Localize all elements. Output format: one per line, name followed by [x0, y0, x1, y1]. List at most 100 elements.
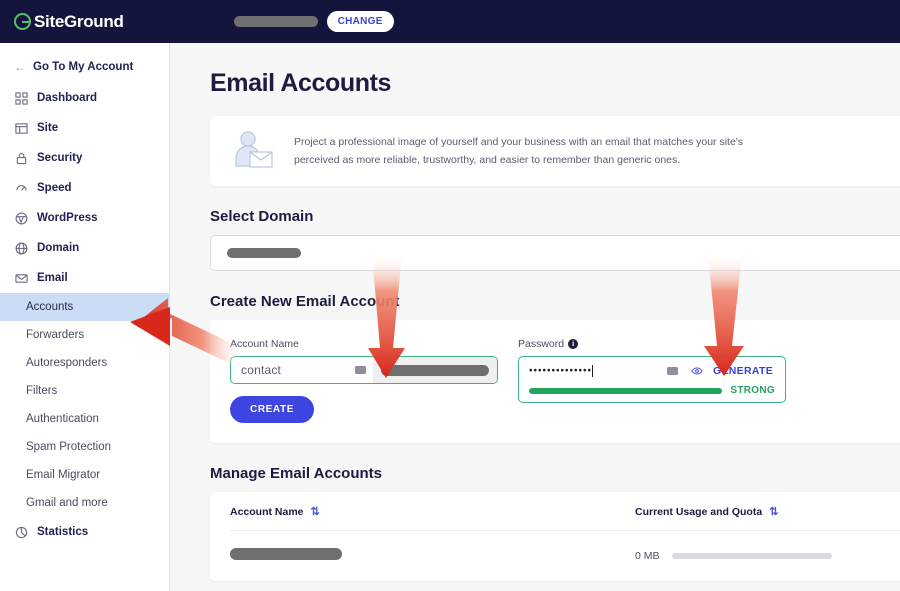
sidebar-subitem-label: Filters	[26, 385, 58, 397]
sidebar-item-domain[interactable]: Domain	[0, 233, 169, 263]
text-caret	[592, 365, 594, 377]
column-header-label: Account Name	[230, 506, 304, 518]
account-domain-suffix	[373, 357, 497, 383]
sidebar-subitem-label: Spam Protection	[26, 441, 112, 453]
sidebar-item-email-migrator[interactable]: Email Migrator	[0, 461, 169, 489]
sidebar-item-label: Domain	[37, 242, 80, 254]
account-name-field-group: Account Name contact CREATE	[230, 338, 498, 423]
column-header-usage-quota: Current Usage and Quota ⇅	[635, 506, 778, 518]
redacted-account-domain	[381, 364, 489, 376]
sidebar-item-label: Speed	[37, 182, 72, 194]
sidebar-subitem-label: Email Migrator	[26, 469, 101, 481]
sidebar-item-label: Security	[37, 152, 83, 164]
password-label: Password i	[518, 338, 786, 350]
sidebar-subitem-label: Authentication	[26, 413, 99, 425]
sidebar-subitem-label: Accounts	[26, 301, 74, 313]
lock-icon	[14, 151, 28, 165]
sidebar: ← Go To My Account Dashboard Site Securi…	[0, 43, 170, 591]
sidebar-item-filters[interactable]: Filters	[0, 377, 169, 405]
sidebar-item-accounts[interactable]: Accounts	[0, 293, 169, 321]
sidebar-item-site[interactable]: Site	[0, 113, 169, 143]
password-value: ••••••••••••••	[529, 365, 593, 377]
arrow-left-icon: ←	[14, 60, 26, 74]
info-icon[interactable]: i	[568, 339, 579, 349]
change-site-button[interactable]: CHANGE	[326, 11, 394, 32]
current-site-selector[interactable]: CHANGE	[233, 11, 394, 32]
account-name-value: contact	[241, 363, 282, 377]
sort-icon[interactable]: ⇅	[311, 506, 320, 518]
sidebar-item-label: Email	[37, 272, 68, 284]
info-banner-line-1: Project a professional image of yourself…	[294, 135, 744, 148]
usage-value: 0 MB	[635, 550, 660, 562]
envelope-icon	[14, 271, 28, 285]
sidebar-subitem-label: Autoresponders	[26, 357, 108, 369]
generate-password-link[interactable]: GENERATE	[709, 365, 785, 377]
password-field-group: Password i •••••••••••••• GENERATE STRON…	[518, 338, 786, 403]
at-symbol-icon	[355, 366, 366, 374]
sidebar-item-security[interactable]: Security	[0, 143, 169, 173]
password-strength: STRONG	[519, 385, 785, 402]
pie-chart-icon	[14, 525, 28, 539]
sidebar-item-authentication[interactable]: Authentication	[0, 405, 169, 433]
info-banner-line-2: perceived as more reliable, trustworthy,…	[294, 154, 681, 166]
person-mail-icon	[235, 131, 273, 168]
redacted-domain-name	[233, 16, 318, 27]
sidebar-item-label: WordPress	[37, 212, 98, 224]
eye-icon[interactable]	[691, 365, 703, 377]
usage-progress-bar	[671, 553, 832, 559]
sidebar-item-email[interactable]: Email	[0, 263, 169, 293]
password-strength-bar	[529, 387, 723, 394]
create-account-title: Create New Email Account	[210, 293, 400, 310]
sidebar-item-forwarders[interactable]: Forwarders	[0, 321, 169, 349]
cell-account-name	[230, 547, 635, 565]
table-header-row: Account Name ⇅ Current Usage and Quota ⇅	[230, 492, 900, 531]
domain-select-input[interactable]	[210, 235, 900, 271]
manage-accounts-table: Account Name ⇅ Current Usage and Quota ⇅…	[210, 492, 900, 581]
manage-accounts-title: Manage Email Accounts	[210, 465, 382, 482]
password-input[interactable]: •••••••••••••• GENERATE	[519, 357, 785, 385]
main-content: Email Accounts Project a professional im…	[170, 43, 900, 591]
redacted-account-email	[230, 548, 342, 560]
column-header-label: Current Usage and Quota	[635, 506, 763, 518]
copy-icon[interactable]	[667, 367, 679, 375]
info-banner: Project a professional image of yourself…	[210, 116, 900, 186]
grid-icon	[14, 91, 28, 105]
sidebar-subitem-label: Gmail and more	[26, 497, 108, 509]
siteground-logo-text: SiteGround	[34, 11, 124, 31]
password-input-wrapper: •••••••••••••• GENERATE STRONG	[518, 356, 786, 403]
cell-usage-quota: 0 MB	[635, 550, 832, 562]
password-label-text: Password	[518, 338, 565, 350]
column-header-account-name: Account Name ⇅	[230, 506, 635, 518]
sidebar-item-gmail-and-more[interactable]: Gmail and more	[0, 489, 169, 517]
page-title: Email Accounts	[210, 69, 392, 97]
password-strength-label: STRONG	[730, 385, 775, 396]
select-domain-title: Select Domain	[210, 208, 314, 225]
create-account-card: Account Name contact CREATE Password i •…	[210, 320, 900, 443]
account-name-input[interactable]: contact	[230, 356, 498, 384]
sidebar-item-label: Site	[37, 122, 59, 134]
layout-icon	[14, 121, 28, 135]
redacted-selected-domain	[227, 248, 301, 258]
sidebar-item-dashboard[interactable]: Dashboard	[0, 83, 169, 113]
sidebar-item-label: Statistics	[37, 526, 89, 538]
info-banner-text: Project a professional image of yourself…	[294, 133, 743, 170]
sidebar-subitem-label: Forwarders	[26, 329, 85, 341]
account-name-label: Account Name	[230, 338, 299, 350]
siteground-logo-icon	[14, 13, 31, 30]
create-button[interactable]: CREATE	[230, 396, 314, 423]
sort-icon[interactable]: ⇅	[769, 506, 778, 518]
go-to-my-account-link[interactable]: ← Go To My Account	[0, 55, 169, 83]
sidebar-item-autoresponders[interactable]: Autoresponders	[0, 349, 169, 377]
sidebar-item-wordpress[interactable]: WordPress	[0, 203, 169, 233]
top-bar: SiteGround CHANGE	[0, 0, 900, 43]
sidebar-item-statistics[interactable]: Statistics	[0, 517, 169, 547]
speed-icon	[14, 181, 28, 195]
siteground-logo[interactable]: SiteGround	[14, 12, 124, 32]
sidebar-item-label: Dashboard	[37, 92, 98, 104]
sidebar-item-spam-protection[interactable]: Spam Protection	[0, 433, 169, 461]
table-row[interactable]: 0 MB	[230, 531, 900, 581]
globe-icon	[14, 241, 28, 255]
sidebar-item-speed[interactable]: Speed	[0, 173, 169, 203]
wordpress-icon	[14, 211, 28, 225]
go-to-my-account-label: Go To My Account	[33, 61, 134, 73]
